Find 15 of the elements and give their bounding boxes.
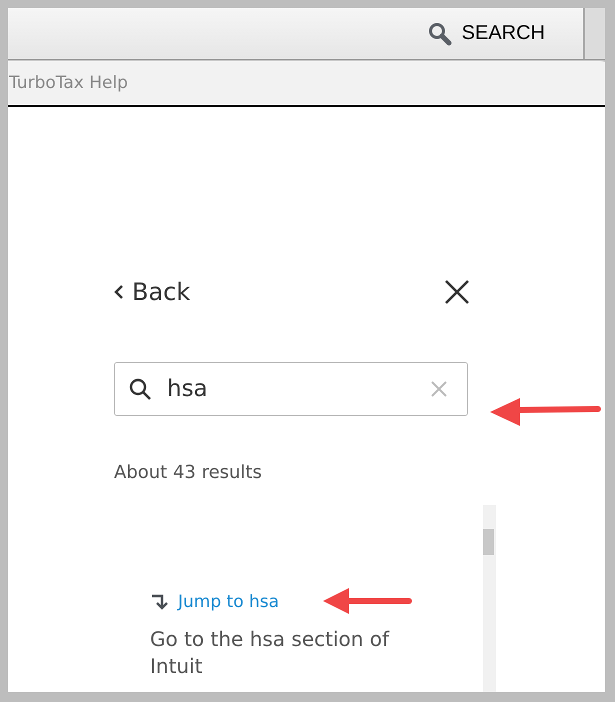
chevron-left-icon <box>114 284 124 300</box>
search-icon <box>428 22 454 46</box>
close-button[interactable] <box>444 279 470 305</box>
back-button[interactable]: Back <box>114 278 190 306</box>
window-title: TurboTax Help <box>8 72 129 95</box>
result-count: About 43 results <box>114 462 263 483</box>
turn-down-icon <box>150 592 170 612</box>
search-button[interactable]: SEARCH <box>428 22 545 46</box>
toolbar-edge <box>585 8 605 59</box>
search-field[interactable]: hsa <box>114 362 468 416</box>
scrollbar[interactable] <box>483 505 496 692</box>
result-description: Go to the hsa section of Intuit <box>150 626 390 680</box>
clear-icon[interactable] <box>430 380 448 398</box>
jump-link[interactable]: Jump to hsa <box>150 592 280 612</box>
search-icon <box>128 377 152 401</box>
